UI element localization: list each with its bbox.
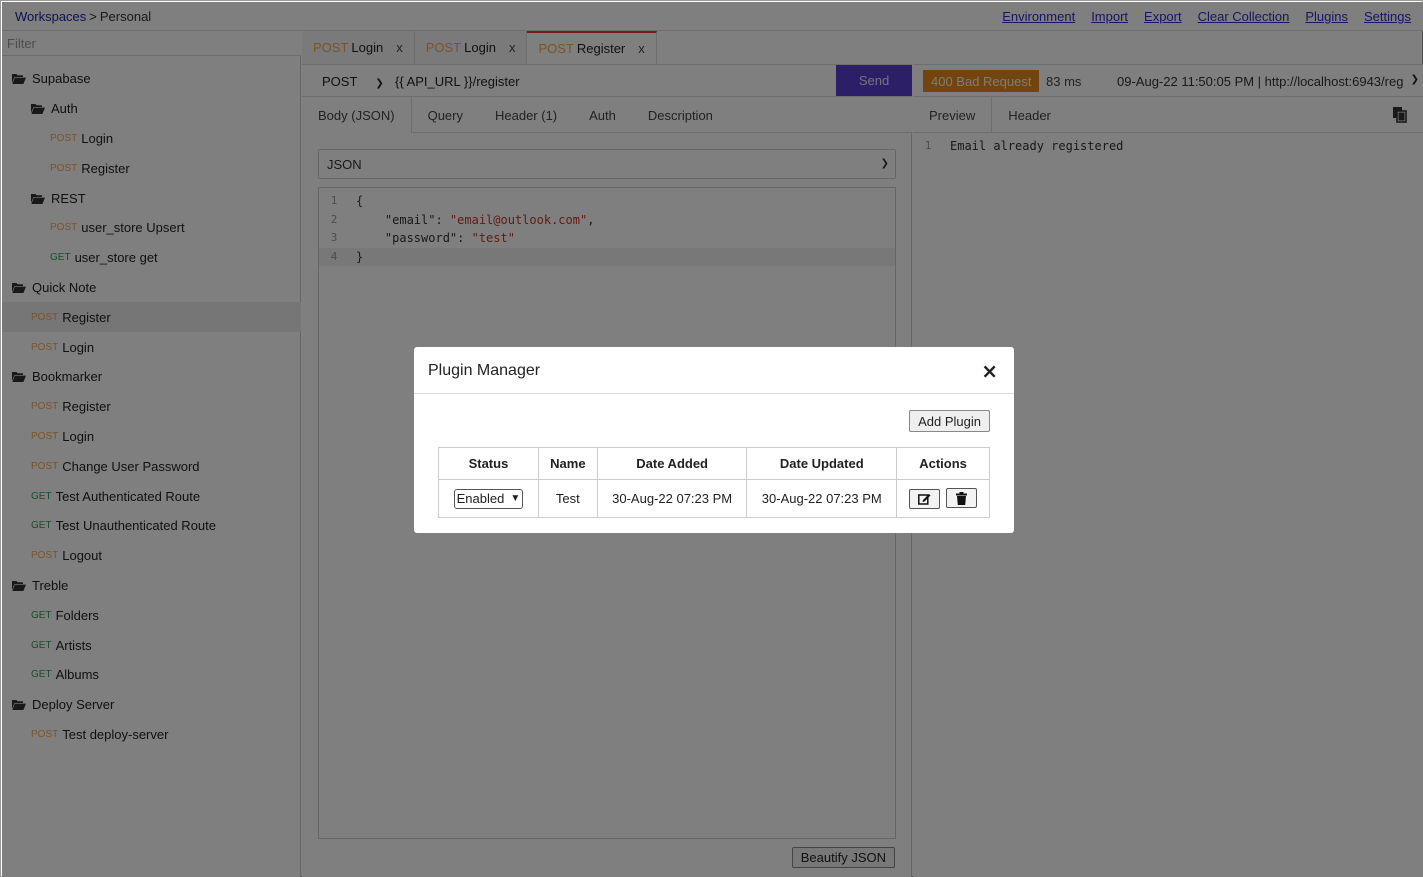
- plugin-name: Test: [537, 479, 598, 518]
- status-cell: Enabled ▼: [438, 479, 539, 518]
- status-select-value: Enabled: [456, 491, 505, 506]
- modal-header: Plugin Manager ×: [414, 347, 1014, 394]
- modal-title: Plugin Manager: [428, 362, 541, 379]
- column-date-added: Date Added: [596, 447, 748, 480]
- table-row: Enabled ▼ Test 30-Aug-22 07:23 PM 30-Aug-…: [438, 479, 990, 518]
- edit-button[interactable]: [909, 488, 941, 509]
- delete-button[interactable]: [946, 488, 978, 509]
- status-select[interactable]: Enabled ▼: [453, 488, 524, 509]
- trash-icon: [956, 491, 968, 505]
- date-added: 30-Aug-22 07:23 PM: [596, 479, 748, 518]
- plugin-manager-modal: Plugin Manager × Add Plugin Status Name …: [414, 347, 1014, 533]
- column-name: Name: [537, 447, 598, 480]
- app-window: Workspaces>Personal Environment Import E…: [0, 0, 1423, 877]
- chevron-down-icon: ▼: [510, 493, 521, 504]
- plugins-table: Status Name Date Added Date Updated Acti…: [438, 447, 990, 518]
- add-plugin-button[interactable]: Add Plugin: [909, 410, 990, 432]
- actions-cell: [896, 479, 990, 518]
- column-status: Status: [438, 447, 539, 480]
- edit-icon: [918, 493, 931, 505]
- close-icon[interactable]: ×: [981, 359, 998, 383]
- date-updated: 30-Aug-22 07:23 PM: [746, 479, 898, 518]
- column-date-updated: Date Updated: [746, 447, 898, 480]
- modal-backdrop[interactable]: Plugin Manager × Add Plugin Status Name …: [2, 2, 1423, 877]
- column-actions: Actions: [896, 447, 990, 480]
